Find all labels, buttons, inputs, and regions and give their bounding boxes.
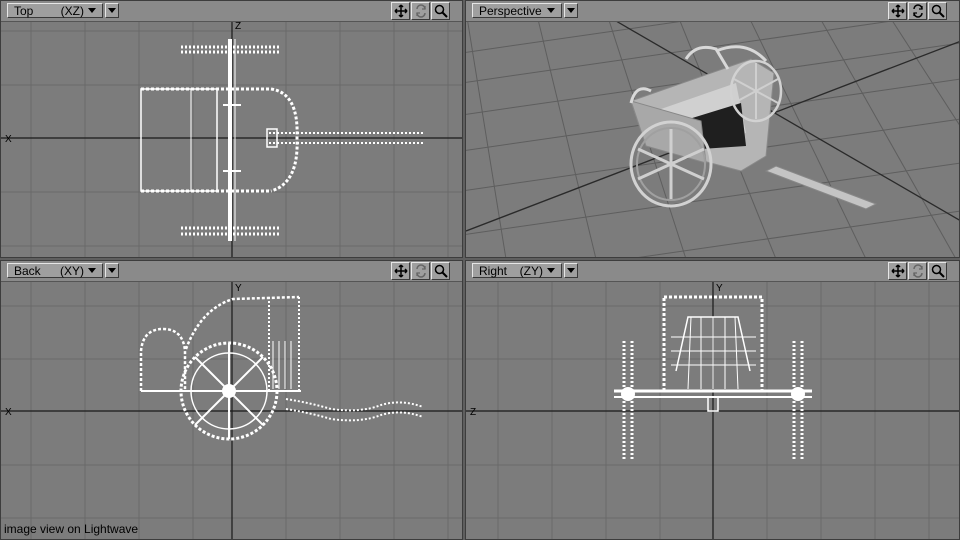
z-axis-label: Z [470, 407, 476, 418]
move-view-button[interactable] [888, 2, 907, 20]
rotate-view-button[interactable] [908, 262, 927, 280]
chevron-down-icon [108, 268, 116, 273]
viewport-perspective[interactable]: Perspective [465, 0, 960, 258]
rotate-view-button[interactable] [908, 2, 927, 20]
viewport-right[interactable]: Right (ZY) Z Y [465, 260, 960, 540]
chevron-down-icon [88, 268, 96, 273]
view-type-dropdown[interactable]: Top (XZ) [7, 3, 103, 18]
magnify-icon [931, 264, 945, 278]
view-name: Perspective [479, 3, 542, 18]
rotate-icon [912, 264, 923, 278]
view-type-dropdown[interactable]: Back (XY) [7, 263, 103, 278]
viewport-header: Right (ZY) [466, 261, 959, 282]
magnify-icon [931, 4, 945, 18]
top-view-canvas[interactable]: X Z [1, 21, 463, 258]
wireframe-model [139, 295, 424, 441]
viewport-menu-button[interactable] [564, 3, 578, 18]
rotate-view-button[interactable] [411, 2, 430, 20]
chevron-down-icon [108, 8, 116, 13]
view-name: Back [14, 263, 41, 278]
chevron-down-icon [547, 8, 555, 13]
move-icon [393, 4, 408, 18]
magnify-icon [434, 4, 448, 18]
chevron-down-icon [547, 268, 555, 273]
rotate-icon [912, 4, 923, 18]
chevron-down-icon [567, 8, 575, 13]
move-icon [393, 264, 408, 278]
rotate-icon [415, 264, 426, 278]
magnify-icon [434, 264, 448, 278]
view-axis: (ZY) [519, 263, 543, 278]
zoom-view-button[interactable] [431, 262, 450, 280]
viewport-header: Top (XZ) [1, 1, 462, 22]
chariot-model [629, 45, 878, 210]
move-icon [890, 264, 905, 278]
viewport-back[interactable]: Back (XY) X Y image view on Lightwave [0, 260, 463, 540]
y-axis-label: Y [235, 283, 242, 294]
viewport-menu-button[interactable] [105, 263, 119, 278]
wireframe-model [140, 39, 423, 241]
view-name: Right [479, 263, 508, 278]
perspective-canvas[interactable] [466, 21, 960, 258]
zoom-view-button[interactable] [928, 2, 947, 20]
viewport-menu-button[interactable] [564, 263, 578, 278]
zoom-view-button[interactable] [431, 2, 450, 20]
x-axis-label: X [5, 134, 12, 145]
view-axis: (XZ) [60, 3, 84, 18]
chevron-down-icon [88, 8, 96, 13]
rotate-icon [415, 4, 426, 18]
zoom-view-button[interactable] [928, 262, 947, 280]
chevron-down-icon [567, 268, 575, 273]
viewport-top[interactable]: Top (XZ) X Z [0, 0, 463, 258]
z-axis-label: Z [235, 21, 241, 32]
move-view-button[interactable] [888, 262, 907, 280]
back-view-canvas[interactable]: X Y [1, 281, 463, 540]
viewport-header: Perspective [466, 1, 959, 22]
x-axis-label: X [5, 407, 12, 418]
view-axis: (XY) [60, 263, 84, 278]
y-axis-label: Y [716, 283, 723, 294]
right-view-canvas[interactable]: Z Y [466, 281, 960, 540]
view-type-dropdown[interactable]: Perspective [472, 3, 562, 18]
view-type-dropdown[interactable]: Right (ZY) [472, 263, 562, 278]
viewport-header: Back (XY) [1, 261, 462, 282]
viewport-menu-button[interactable] [105, 3, 119, 18]
rotate-view-button[interactable] [411, 262, 430, 280]
move-icon [890, 4, 905, 18]
view-name: Top [14, 3, 34, 18]
move-view-button[interactable] [391, 2, 410, 20]
image-caption: image view on Lightwave [4, 522, 139, 536]
move-view-button[interactable] [391, 262, 410, 280]
